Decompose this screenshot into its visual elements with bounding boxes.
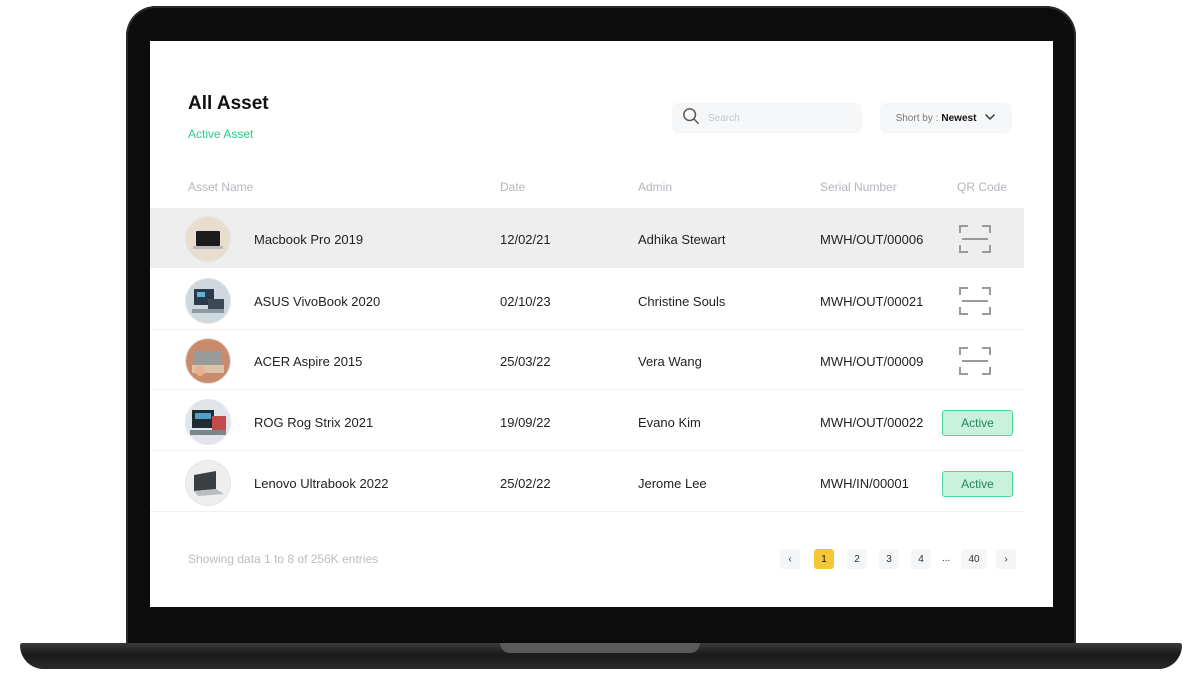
search-box[interactable] xyxy=(672,103,862,133)
column-qr-code[interactable]: QR Code xyxy=(957,180,1007,194)
column-asset-name[interactable]: Asset Name xyxy=(188,180,253,194)
pagination-page-3[interactable]: 3 xyxy=(879,549,899,569)
asset-serial: MWH/OUT/00021 xyxy=(820,294,924,309)
asset-serial: MWH/IN/00001 xyxy=(820,476,909,491)
search-icon xyxy=(682,107,700,130)
pagination-page-2[interactable]: 2 xyxy=(847,549,867,569)
asset-serial: MWH/OUT/00006 xyxy=(820,232,924,247)
status-badge: Active xyxy=(942,471,1013,497)
asset-admin: Evano Kim xyxy=(638,415,701,430)
asset-thumbnail xyxy=(186,339,230,383)
asset-name: Macbook Pro 2019 xyxy=(254,232,364,247)
asset-serial: MWH/OUT/00009 xyxy=(820,354,924,369)
pagination-page-last[interactable]: 40 xyxy=(961,549,987,569)
sort-label: Short by : xyxy=(895,112,939,124)
asset-admin: Adhika Stewart xyxy=(638,232,726,247)
table-row[interactable]: ACER Aspire 2015 25/03/22 Vera Wang MWH/… xyxy=(150,330,1024,390)
sort-dropdown[interactable]: Short by : Newest xyxy=(880,103,1012,133)
sort-value: Newest xyxy=(941,112,977,124)
laptop-notch xyxy=(500,643,700,653)
pagination-prev-button[interactable]: ‹ xyxy=(780,549,800,569)
table-row[interactable]: Macbook Pro 2019 12/02/21 Adhika Stewart… xyxy=(150,208,1024,268)
asset-date: 19/09/22 xyxy=(500,415,551,430)
asset-date: 12/02/21 xyxy=(500,232,551,247)
pagination-page-1[interactable]: 1 xyxy=(814,549,834,569)
asset-serial: MWH/OUT/00022 xyxy=(820,415,924,430)
table-row[interactable]: ROG Rog Strix 2021 19/09/22 Evano Kim MW… xyxy=(150,391,1024,451)
asset-thumbnail xyxy=(186,279,230,323)
column-admin[interactable]: Admin xyxy=(638,180,672,194)
table-row[interactable]: ASUS VivoBook 2020 02/10/23 Christine So… xyxy=(150,270,1024,330)
search-input[interactable] xyxy=(708,112,848,124)
table-header: Asset Name Date Admin Serial Number QR C… xyxy=(150,180,1053,194)
asset-date: 02/10/23 xyxy=(500,294,551,309)
status-badge: Active xyxy=(942,410,1013,436)
row-divider xyxy=(150,511,1024,512)
asset-thumbnail xyxy=(186,461,230,505)
asset-admin: Christine Souls xyxy=(638,294,726,309)
pagination-page-4[interactable]: 4 xyxy=(911,549,931,569)
asset-thumbnail xyxy=(186,217,230,261)
table-row[interactable]: Lenovo Ultrabook 2022 25/02/22 Jerome Le… xyxy=(150,452,1024,512)
column-date[interactable]: Date xyxy=(500,180,525,194)
row-divider xyxy=(150,450,1024,451)
row-divider xyxy=(150,389,1024,390)
pagination-ellipsis: ... xyxy=(942,553,951,564)
asset-name: ACER Aspire 2015 xyxy=(254,354,363,369)
qr-scan-icon[interactable] xyxy=(958,224,992,254)
asset-date: 25/03/22 xyxy=(500,354,551,369)
asset-admin: Vera Wang xyxy=(638,354,702,369)
asset-name: ASUS VivoBook 2020 xyxy=(254,294,381,309)
page-subtitle: Active Asset xyxy=(188,127,254,141)
qr-scan-icon[interactable] xyxy=(958,346,992,376)
asset-thumbnail xyxy=(186,400,230,444)
pagination-next-button[interactable]: › xyxy=(996,549,1016,569)
column-serial-number[interactable]: Serial Number xyxy=(820,180,897,194)
asset-date: 25/02/22 xyxy=(500,476,551,491)
asset-name: ROG Rog Strix 2021 xyxy=(254,415,374,430)
page-title: All Asset xyxy=(188,93,269,114)
asset-name: Lenovo Ultrabook 2022 xyxy=(254,476,389,491)
entries-summary: Showing data 1 to 8 of 256K entries xyxy=(188,552,379,566)
qr-scan-icon[interactable] xyxy=(958,286,992,316)
chevron-down-icon xyxy=(976,111,996,126)
app-screen: All Asset Active Asset Short by : Newest… xyxy=(150,41,1053,607)
asset-admin: Jerome Lee xyxy=(638,476,707,491)
